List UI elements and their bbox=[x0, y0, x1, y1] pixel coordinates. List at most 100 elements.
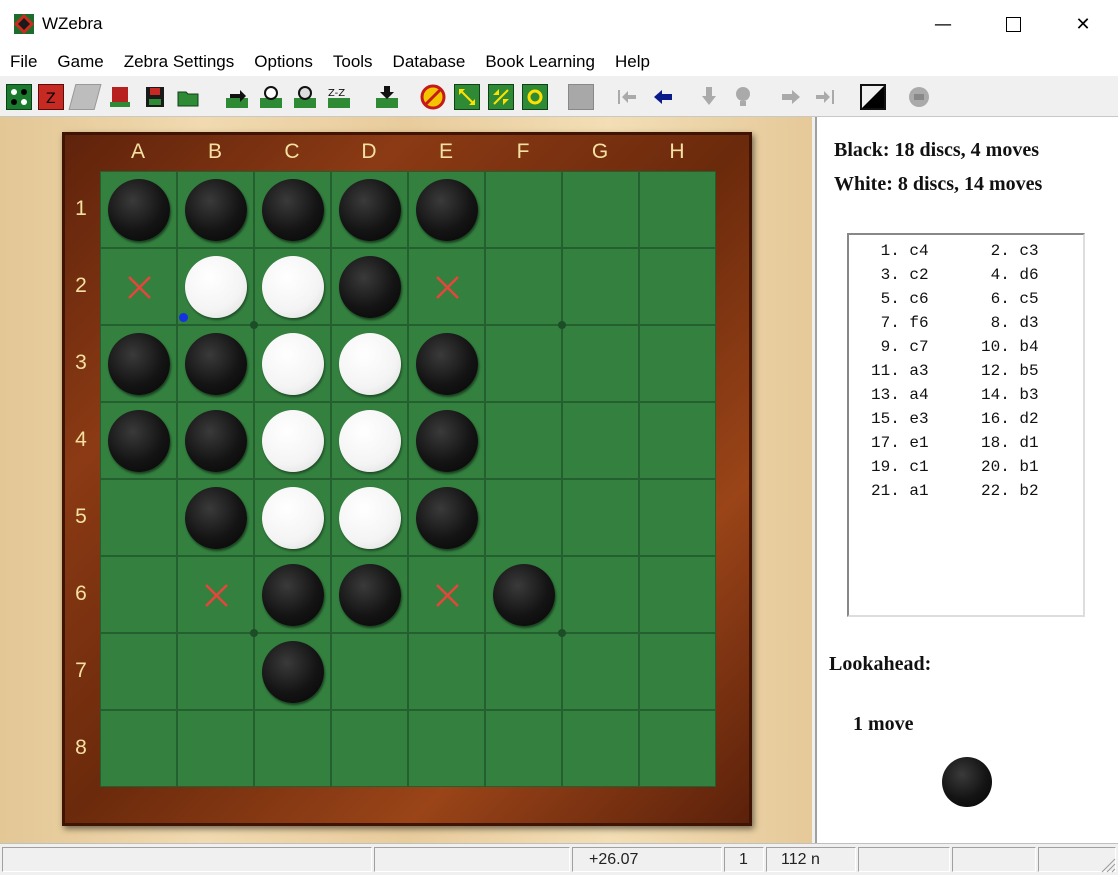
board-square-b4[interactable] bbox=[177, 402, 254, 479]
board-square-a2[interactable] bbox=[100, 248, 177, 325]
board-square-f6[interactable] bbox=[485, 556, 562, 633]
board-square-e5[interactable] bbox=[408, 479, 485, 556]
board-square-f4[interactable] bbox=[485, 402, 562, 479]
stop-zebra-button[interactable] bbox=[906, 84, 932, 110]
board-square-d1[interactable] bbox=[331, 171, 408, 248]
board-square-d5[interactable] bbox=[331, 479, 408, 556]
analyze-button[interactable] bbox=[292, 84, 318, 110]
menu-tools[interactable]: Tools bbox=[323, 48, 383, 76]
board-square-h1[interactable] bbox=[639, 171, 716, 248]
board-square-e8[interactable] bbox=[408, 710, 485, 787]
board-square-c4[interactable] bbox=[254, 402, 331, 479]
menu-game[interactable]: Game bbox=[47, 48, 113, 76]
board-square-b6[interactable] bbox=[177, 556, 254, 633]
board-square-b1[interactable] bbox=[177, 171, 254, 248]
move-down-button[interactable] bbox=[374, 84, 400, 110]
down-button[interactable] bbox=[696, 84, 722, 110]
open-folder-button[interactable] bbox=[176, 84, 202, 110]
menu-zebra-settings[interactable]: Zebra Settings bbox=[114, 48, 245, 76]
board-square-d4[interactable] bbox=[331, 402, 408, 479]
last-move-button[interactable] bbox=[812, 84, 838, 110]
close-button[interactable]: ✕ bbox=[1048, 0, 1118, 48]
board-square-a4[interactable] bbox=[100, 402, 177, 479]
board-square-e6[interactable] bbox=[408, 556, 485, 633]
maximize-button[interactable] bbox=[978, 0, 1048, 48]
board-square-a5[interactable] bbox=[100, 479, 177, 556]
board-square-b3[interactable] bbox=[177, 325, 254, 402]
shrink-button[interactable] bbox=[488, 84, 514, 110]
board-square-d8[interactable] bbox=[331, 710, 408, 787]
z-z-button[interactable]: Z-Z bbox=[326, 84, 352, 110]
play-button[interactable] bbox=[224, 84, 250, 110]
board-square-c7[interactable] bbox=[254, 633, 331, 710]
board-square-g1[interactable] bbox=[562, 171, 639, 248]
stop-button[interactable] bbox=[420, 84, 446, 110]
board-square-h4[interactable] bbox=[639, 402, 716, 479]
board-square-f7[interactable] bbox=[485, 633, 562, 710]
board-square-g4[interactable] bbox=[562, 402, 639, 479]
board-square-f5[interactable] bbox=[485, 479, 562, 556]
board-square-g2[interactable] bbox=[562, 248, 639, 325]
refresh-button[interactable] bbox=[522, 84, 548, 110]
board-square-b2[interactable] bbox=[177, 248, 254, 325]
board-square-h3[interactable] bbox=[639, 325, 716, 402]
board-square-g7[interactable] bbox=[562, 633, 639, 710]
zebra-book-button[interactable]: Z bbox=[38, 84, 64, 110]
move-list[interactable]: 1. c4 2. c3 3. c2 4. d6 5. c6 6. c5 7. f… bbox=[847, 233, 1085, 617]
expand-button[interactable] bbox=[454, 84, 480, 110]
board-square-h6[interactable] bbox=[639, 556, 716, 633]
board-square-c2[interactable] bbox=[254, 248, 331, 325]
disabled-button[interactable] bbox=[68, 84, 102, 110]
board-square-g5[interactable] bbox=[562, 479, 639, 556]
othello-board[interactable] bbox=[100, 171, 716, 787]
board-square-c1[interactable] bbox=[254, 171, 331, 248]
board-square-g6[interactable] bbox=[562, 556, 639, 633]
board-square-h8[interactable] bbox=[639, 710, 716, 787]
resize-grip-icon[interactable] bbox=[1098, 855, 1116, 873]
board-square-f1[interactable] bbox=[485, 171, 562, 248]
menu-help[interactable]: Help bbox=[605, 48, 660, 76]
board-square-a8[interactable] bbox=[100, 710, 177, 787]
board-square-a1[interactable] bbox=[100, 171, 177, 248]
new-game-button[interactable] bbox=[6, 84, 32, 110]
board-square-d6[interactable] bbox=[331, 556, 408, 633]
board-square-e3[interactable] bbox=[408, 325, 485, 402]
board-square-e7[interactable] bbox=[408, 633, 485, 710]
board-square-f3[interactable] bbox=[485, 325, 562, 402]
board-square-c6[interactable] bbox=[254, 556, 331, 633]
blank-button[interactable] bbox=[568, 84, 594, 110]
board-square-f2[interactable] bbox=[485, 248, 562, 325]
board-square-a7[interactable] bbox=[100, 633, 177, 710]
board-square-h7[interactable] bbox=[639, 633, 716, 710]
board-square-g8[interactable] bbox=[562, 710, 639, 787]
board-square-d7[interactable] bbox=[331, 633, 408, 710]
save-button[interactable] bbox=[142, 84, 168, 110]
board-square-g3[interactable] bbox=[562, 325, 639, 402]
board-square-d2[interactable] bbox=[331, 248, 408, 325]
board-square-c3[interactable] bbox=[254, 325, 331, 402]
search-button[interactable] bbox=[258, 84, 284, 110]
board-square-d3[interactable] bbox=[331, 325, 408, 402]
board-square-b8[interactable] bbox=[177, 710, 254, 787]
board-square-e1[interactable] bbox=[408, 171, 485, 248]
menu-database[interactable]: Database bbox=[383, 48, 476, 76]
menu-file[interactable]: File bbox=[0, 48, 47, 76]
menu-options[interactable]: Options bbox=[244, 48, 323, 76]
menu-book-learning[interactable]: Book Learning bbox=[475, 48, 605, 76]
prev-move-button[interactable] bbox=[650, 84, 676, 110]
board-square-e4[interactable] bbox=[408, 402, 485, 479]
board-square-b7[interactable] bbox=[177, 633, 254, 710]
flip-board-button[interactable] bbox=[860, 84, 886, 110]
board-square-b5[interactable] bbox=[177, 479, 254, 556]
open-book-button[interactable] bbox=[108, 84, 134, 110]
board-square-f8[interactable] bbox=[485, 710, 562, 787]
first-move-button[interactable] bbox=[614, 84, 640, 110]
minimize-button[interactable]: — bbox=[908, 0, 978, 48]
board-square-c5[interactable] bbox=[254, 479, 331, 556]
board-square-c8[interactable] bbox=[254, 710, 331, 787]
board-square-e2[interactable] bbox=[408, 248, 485, 325]
hint-button[interactable] bbox=[730, 84, 756, 110]
next-move-button[interactable] bbox=[778, 84, 804, 110]
board-square-h2[interactable] bbox=[639, 248, 716, 325]
board-square-a6[interactable] bbox=[100, 556, 177, 633]
